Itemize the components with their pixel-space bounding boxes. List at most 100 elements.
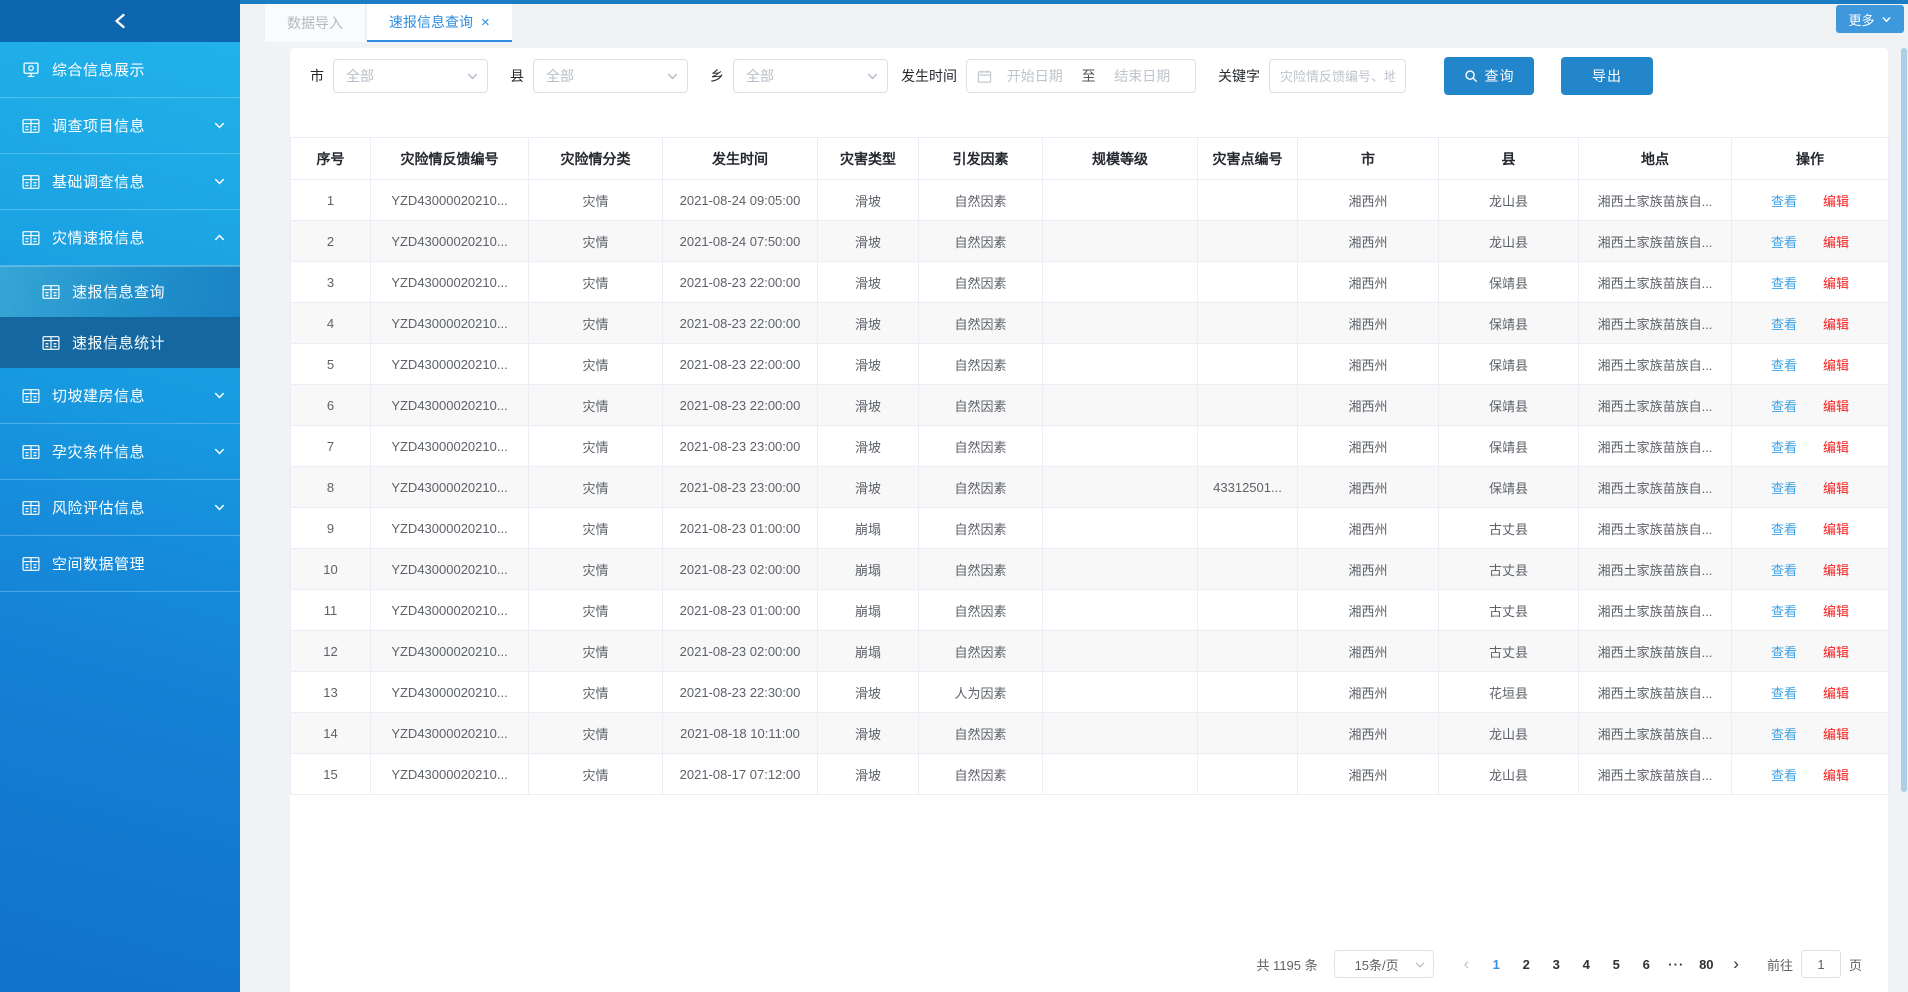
table-cell: 12 [291,631,371,672]
close-icon[interactable]: × [481,15,490,30]
export-button[interactable]: 导出 [1561,57,1653,95]
sidebar-item[interactable]: 基础调查信息 [0,154,240,210]
date-range-picker[interactable]: 开始日期 至 结束日期 [966,59,1196,93]
table-cell: 湘西州 [1298,221,1439,262]
table-cell: 灾情 [529,467,663,508]
view-link[interactable]: 查看 [1771,358,1797,373]
view-link[interactable]: 查看 [1771,727,1797,742]
search-button[interactable]: 查询 [1444,57,1534,95]
edit-link[interactable]: 编辑 [1823,645,1849,660]
edit-link[interactable]: 编辑 [1823,522,1849,537]
table-cell: 9 [291,508,371,549]
view-link[interactable]: 查看 [1771,522,1797,537]
page-size-select[interactable]: 15条/页 [1334,950,1434,978]
table-cell: 龙山县 [1439,713,1579,754]
view-link[interactable]: 查看 [1771,563,1797,578]
table-cell: 崩塌 [818,590,919,631]
page-number[interactable]: 3 [1541,957,1571,972]
filter-bar: 市 全部 县 全部 乡 全部 发生时间 开始日期 至 结束日期 关键字 查 [290,48,1888,104]
edit-link[interactable]: 编辑 [1823,399,1849,414]
table-cell: YZD43000020210... [371,180,529,221]
sidebar-submenu: 速报信息查询速报信息统计 [0,266,240,368]
edit-link[interactable]: 编辑 [1823,563,1849,578]
page-number[interactable]: 5 [1601,957,1631,972]
view-link[interactable]: 查看 [1771,235,1797,250]
sidebar-subitem[interactable]: 速报信息统计 [0,317,240,368]
edit-link[interactable]: 编辑 [1823,235,1849,250]
view-link[interactable]: 查看 [1771,768,1797,783]
sidebar-item[interactable]: 切坡建房信息 [0,368,240,424]
table-row: 8YZD43000020210...灾情2021-08-23 23:00:00滑… [291,467,1889,508]
edit-link[interactable]: 编辑 [1823,317,1849,332]
edit-link[interactable]: 编辑 [1823,768,1849,783]
column-header: 灾害点编号 [1198,138,1298,180]
next-page-button[interactable]: › [1721,954,1751,974]
table-cell [1198,180,1298,221]
sidebar-item[interactable]: 孕灾条件信息 [0,424,240,480]
edit-link[interactable]: 编辑 [1823,276,1849,291]
view-link[interactable]: 查看 [1771,276,1797,291]
tab[interactable]: 速报信息查询 × [367,4,512,42]
view-link[interactable]: 查看 [1771,604,1797,619]
table-cell-actions: 查看 编辑 [1732,713,1889,754]
edit-link[interactable]: 编辑 [1823,194,1849,209]
view-link[interactable]: 查看 [1771,399,1797,414]
table-row: 6YZD43000020210...灾情2021-08-23 22:00:00滑… [291,385,1889,426]
edit-link[interactable]: 编辑 [1823,727,1849,742]
table-cell: 灾情 [529,590,663,631]
table-cell: 2021-08-23 22:00:00 [663,385,818,426]
sidebar-item[interactable]: 风险评估信息 [0,480,240,536]
table-cell [1043,508,1198,549]
edit-link[interactable]: 编辑 [1823,604,1849,619]
table-cell-actions: 查看 编辑 [1732,344,1889,385]
sidebar-item-label: 基础调查信息 [52,171,213,192]
table-cell [1043,631,1198,672]
end-date-placeholder: 结束日期 [1100,66,1186,86]
sidebar-subitem[interactable]: 速报信息查询 [0,266,240,317]
goto-page-input[interactable] [1801,950,1841,978]
keyword-input[interactable] [1269,59,1406,93]
view-link[interactable]: 查看 [1771,645,1797,660]
sidebar-item[interactable]: 灾情速报信息 [0,210,240,266]
view-link[interactable]: 查看 [1771,194,1797,209]
tab-label: 速报信息查询 [389,12,473,32]
more-button[interactable]: 更多 [1836,5,1904,33]
edit-link[interactable]: 编辑 [1823,686,1849,701]
sidebar-item[interactable]: 综合信息展示 [0,42,240,98]
view-link[interactable]: 查看 [1771,481,1797,496]
tab[interactable]: 数据导入 [265,4,365,42]
sidebar-item[interactable]: 空间数据管理 [0,536,240,592]
table-cell: 2021-08-24 09:05:00 [663,180,818,221]
view-link[interactable]: 查看 [1771,440,1797,455]
page-number[interactable]: 2 [1511,957,1541,972]
scrollbar-thumb[interactable] [1901,48,1907,792]
edit-link[interactable]: 编辑 [1823,481,1849,496]
town-select[interactable]: 全部 [733,59,888,93]
table-cell: 自然因素 [919,344,1043,385]
table-cell [1043,180,1198,221]
page-number[interactable]: 6 [1631,957,1661,972]
table-cell: 保靖县 [1439,262,1579,303]
table-cell [1043,590,1198,631]
city-select[interactable]: 全部 [333,59,488,93]
start-date-placeholder: 开始日期 [992,66,1078,86]
view-link[interactable]: 查看 [1771,317,1797,332]
table-cell: 滑坡 [818,754,919,795]
page-number[interactable]: 4 [1571,957,1601,972]
page-number[interactable]: 80 [1691,957,1721,972]
edit-link[interactable]: 编辑 [1823,440,1849,455]
sidebar-item[interactable]: 调查项目信息 [0,98,240,154]
table-cell: YZD43000020210... [371,303,529,344]
sidebar-collapse-button[interactable] [0,0,240,42]
table-cell: 2021-08-23 22:00:00 [663,262,818,303]
column-header: 操作 [1732,138,1889,180]
table-cell: 灾情 [529,303,663,344]
table-cell: 湘西州 [1298,631,1439,672]
page-number[interactable]: 1 [1481,957,1511,972]
county-select[interactable]: 全部 [533,59,688,93]
edit-link[interactable]: 编辑 [1823,358,1849,373]
view-link[interactable]: 查看 [1771,686,1797,701]
column-header: 县 [1439,138,1579,180]
prev-page-button[interactable]: ‹ [1452,954,1482,974]
table-cell-actions: 查看 编辑 [1732,672,1889,713]
